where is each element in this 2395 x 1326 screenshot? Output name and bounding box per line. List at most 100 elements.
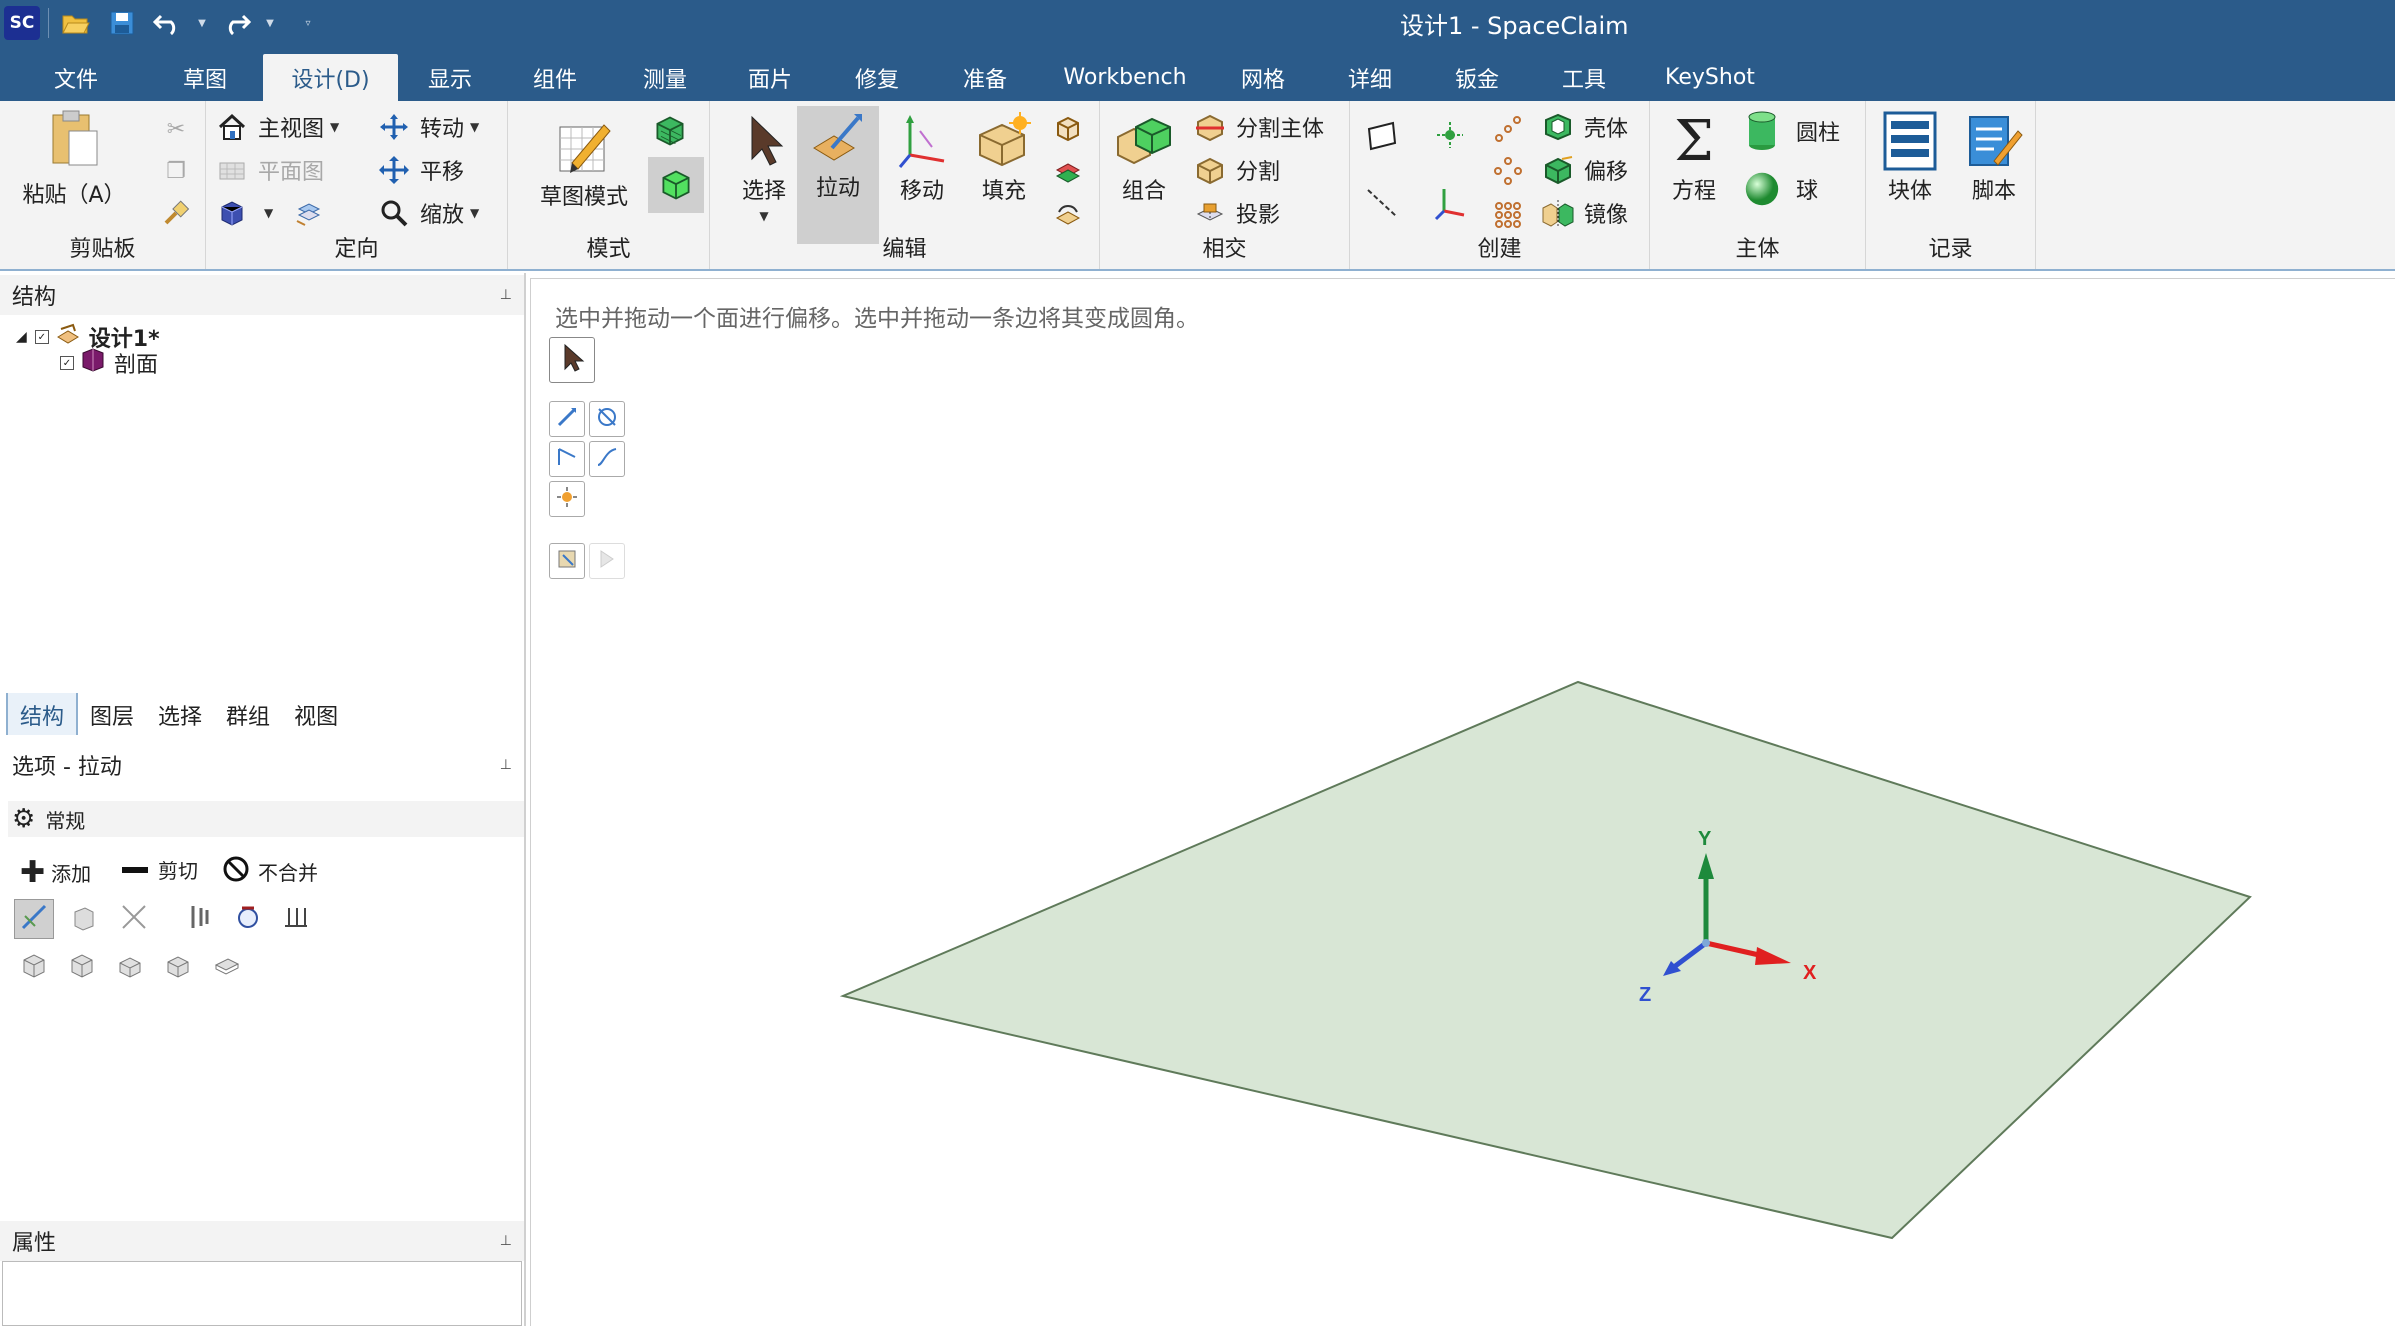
copy-button[interactable]: ❐ xyxy=(158,151,202,191)
tab-measure[interactable]: 测量 xyxy=(615,54,715,101)
3d-mode-button[interactable] xyxy=(648,157,704,213)
tab-sketch[interactable]: 草图 xyxy=(155,54,255,101)
customize-icon[interactable]: ▿ xyxy=(301,16,315,30)
pin-icon[interactable]: ⊥ xyxy=(500,757,512,773)
tab-layers[interactable]: 图层 xyxy=(78,693,146,735)
combine-button[interactable]: 组合 xyxy=(1104,109,1184,205)
revolve-tool[interactable] xyxy=(180,899,220,939)
option-tool-1[interactable] xyxy=(14,947,54,987)
tab-sheet-metal[interactable]: 钣金 xyxy=(1427,54,1527,101)
cut-button[interactable]: ✂ xyxy=(158,109,202,149)
origin-button[interactable] xyxy=(1432,115,1476,155)
general-section[interactable]: ⚙ 常规 xyxy=(8,801,524,837)
tab-mesh[interactable]: 网格 xyxy=(1213,54,1313,101)
tab-tools[interactable]: 工具 xyxy=(1534,54,1634,101)
group-clipboard: 粘贴（A） ✂ ❐ 剪贴板 xyxy=(0,101,206,269)
tab-repair[interactable]: 修复 xyxy=(827,54,927,101)
tab-views[interactable]: 视图 xyxy=(282,693,350,735)
section-mode-button[interactable] xyxy=(652,111,696,151)
sweep-tool[interactable] xyxy=(228,899,268,939)
tab-assembly[interactable]: 组件 xyxy=(505,54,605,101)
project-label: 投影 xyxy=(1236,203,1281,228)
move-icon xyxy=(890,109,954,173)
cut-option[interactable]: 剪切 xyxy=(122,855,198,884)
visibility-checkbox[interactable]: ✓ xyxy=(34,330,49,344)
plane-button[interactable] xyxy=(1364,115,1408,155)
point-pattern-button[interactable] xyxy=(1490,109,1534,149)
window-title: 设计1 - SpaceClaim xyxy=(1400,12,1629,40)
pan-button[interactable]: 平移 xyxy=(376,150,464,190)
view-cube-button[interactable]: ▼ xyxy=(214,193,273,233)
tab-detail[interactable]: 详细 xyxy=(1320,54,1420,101)
shell-button[interactable]: 壳体 xyxy=(1540,107,1628,147)
option-tool-3[interactable] xyxy=(110,947,150,987)
sketch-mode-button[interactable]: 草图模式 xyxy=(524,115,644,211)
pivot-tool[interactable] xyxy=(114,899,154,939)
move-button[interactable]: 移动 xyxy=(880,109,964,205)
design-viewport[interactable]: 选中并拖动一个面进行偏移。选中并拖动一条边将其变成圆角。 Y X Z xyxy=(530,278,2395,1326)
visibility-checkbox[interactable]: ✓ xyxy=(60,356,74,370)
split-button[interactable]: 分割 xyxy=(1192,150,1280,190)
origin-icon xyxy=(1432,117,1468,153)
equation-button[interactable]: Σ 方程 xyxy=(1654,109,1734,205)
add-option[interactable]: ✚ 添加 xyxy=(20,855,91,890)
select-guides-tool[interactable] xyxy=(14,899,54,939)
replace-button[interactable] xyxy=(1050,109,1094,149)
tab-groups[interactable]: 群组 xyxy=(214,693,282,735)
pull-button[interactable]: 拉动 xyxy=(797,106,879,244)
tab-structure[interactable]: 结构 xyxy=(6,693,79,735)
undo-icon[interactable] xyxy=(149,4,187,42)
cylinder-label: 圆柱 xyxy=(1796,121,1841,146)
tab-design[interactable]: 设计(D) xyxy=(263,54,398,101)
project-button[interactable]: 投影 xyxy=(1192,193,1280,233)
home-view-button[interactable]: 主视图 ▼ xyxy=(214,107,339,147)
redo-dropdown-icon[interactable]: ▼ xyxy=(263,16,277,30)
spin-button[interactable]: 转动 ▼ xyxy=(376,107,479,147)
plan-view-button[interactable]: 平面图 xyxy=(214,150,324,190)
offset-button[interactable]: 偏移 xyxy=(1540,150,1628,190)
tab-display[interactable]: 显示 xyxy=(400,54,500,101)
pin-icon[interactable]: ⊥ xyxy=(500,1233,512,1249)
option-tool-2[interactable] xyxy=(62,947,102,987)
blend-button[interactable] xyxy=(1050,195,1094,235)
zoom-button[interactable]: 缩放 ▼ xyxy=(376,193,479,233)
cylinder-button[interactable]: 圆柱 xyxy=(1744,111,1840,151)
pin-icon[interactable]: ⊥ xyxy=(500,287,512,303)
option-tool-4[interactable] xyxy=(158,947,198,987)
script-button[interactable]: 脚本 xyxy=(1954,109,2034,205)
snap-view-button[interactable] xyxy=(290,193,334,233)
coordinate-system-button[interactable] xyxy=(1432,183,1476,223)
undo-dropdown-icon[interactable]: ▼ xyxy=(195,16,209,30)
tweak-face-button[interactable] xyxy=(1050,153,1094,193)
redo-icon[interactable] xyxy=(217,4,255,42)
fill-button[interactable]: 填充 xyxy=(962,109,1046,205)
tree-item-section[interactable]: ✓ 剖面 xyxy=(60,347,158,379)
select-button[interactable]: 选择 ▼ xyxy=(722,109,806,223)
draft-tool[interactable] xyxy=(276,899,316,939)
tab-workbench[interactable]: Workbench xyxy=(1050,54,1200,101)
no-merge-option[interactable]: 不合并 xyxy=(222,855,318,888)
combine-label: 组合 xyxy=(1121,179,1166,204)
expand-triangle-icon[interactable]: ◢ xyxy=(16,329,27,345)
block-record-button[interactable]: 块体 xyxy=(1870,109,1950,205)
tab-facets[interactable]: 面片 xyxy=(720,54,820,101)
mirror-button[interactable]: 镜像 xyxy=(1540,193,1628,233)
format-painter-button[interactable] xyxy=(158,193,202,233)
option-tool-5[interactable] xyxy=(206,947,246,987)
sketch-plane[interactable] xyxy=(839,680,2252,1240)
options-panel-title: 选项 - 拉动 xyxy=(12,755,122,780)
sphere-button[interactable]: 球 xyxy=(1744,169,1818,209)
circular-pattern-button[interactable] xyxy=(1490,151,1534,191)
tab-file[interactable]: 文件 xyxy=(26,54,126,101)
tab-prepare[interactable]: 准备 xyxy=(935,54,1035,101)
axis-button[interactable] xyxy=(1364,183,1408,223)
tab-selection[interactable]: 选择 xyxy=(146,693,214,735)
ribbon: 粘贴（A） ✂ ❐ 剪贴板 主视图 ▼ 平面图 ▼ 转动 ▼ 平移 缩放 ▼ 定… xyxy=(0,101,2395,271)
open-icon[interactable] xyxy=(57,4,95,42)
tab-keyshot[interactable]: KeyShot xyxy=(1655,54,1765,101)
grid-pattern-button[interactable] xyxy=(1490,195,1534,235)
split-body-button[interactable]: 分割主体 xyxy=(1192,107,1324,147)
paste-button[interactable]: 粘贴（A） xyxy=(14,107,134,209)
save-icon[interactable] xyxy=(103,4,141,42)
up-to-tool[interactable] xyxy=(64,899,104,939)
